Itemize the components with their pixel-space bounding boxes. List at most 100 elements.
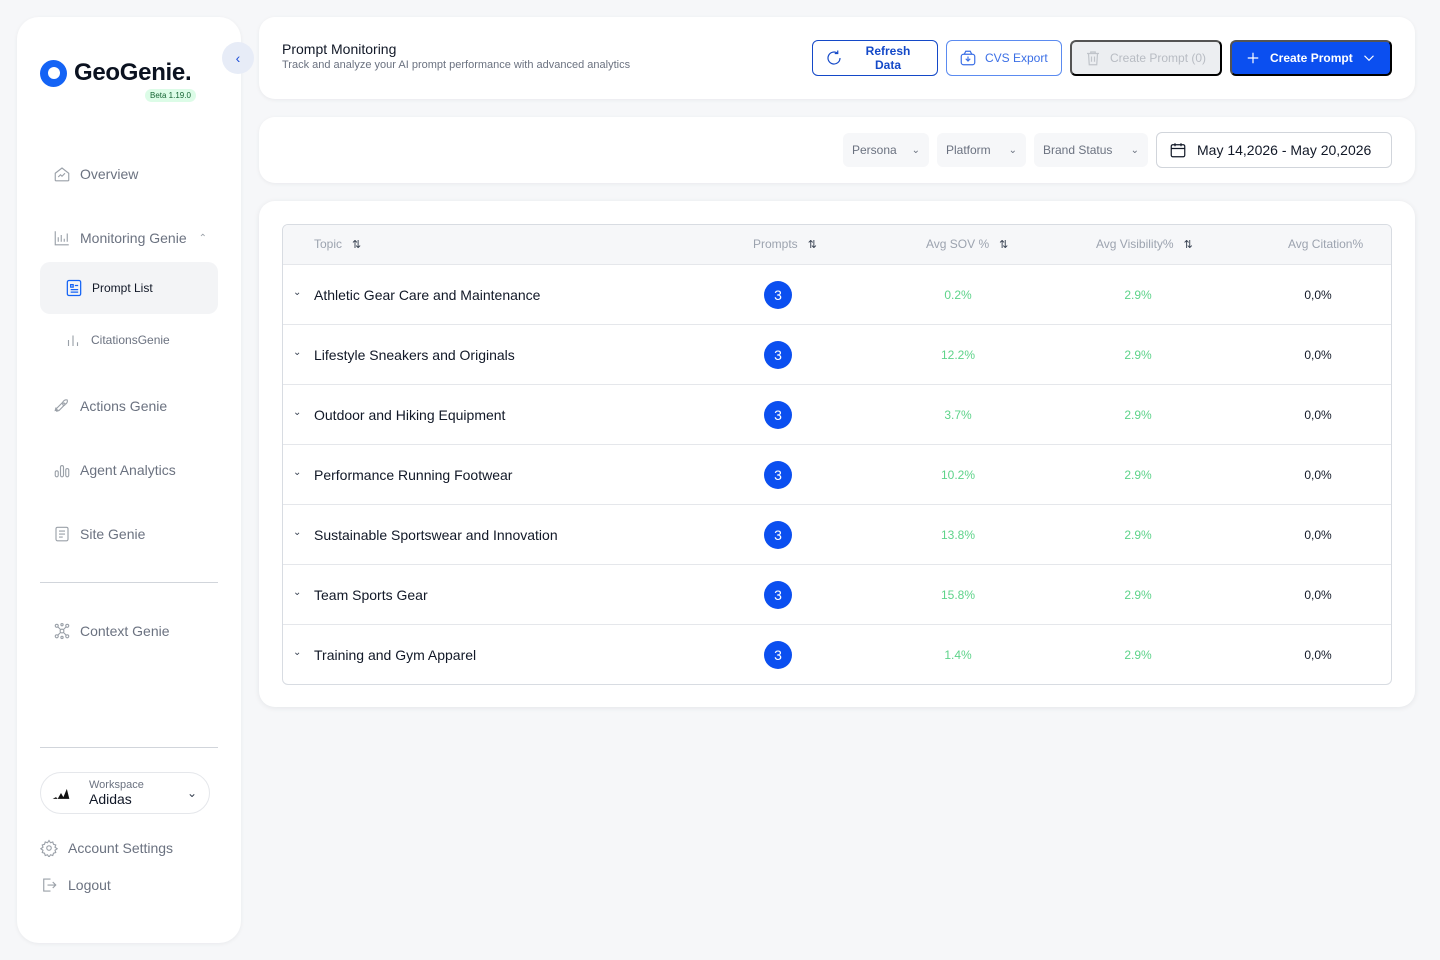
brand-status-filter[interactable]: Brand Status ⌄ <box>1034 133 1148 167</box>
workspace-selector[interactable]: Workspace Adidas ⌄ <box>40 772 210 814</box>
create-prompt-disabled-button[interactable]: Create Prompt (0) <box>1070 40 1222 76</box>
chevron-down-icon[interactable]: ⌄ <box>293 407 301 418</box>
platform-filter[interactable]: Platform ⌄ <box>937 133 1026 167</box>
sidebar-divider <box>40 582 218 583</box>
topic-cell: Team Sports Gear <box>314 587 428 603</box>
column-header-topic[interactable]: Topic ⇅ <box>314 237 361 251</box>
brand-logo[interactable]: GeoGenie. <box>40 59 192 87</box>
chevron-down-icon[interactable]: ⌄ <box>293 287 301 298</box>
table-row[interactable]: ⌄ Athletic Gear Care and Maintenance 3 0… <box>283 265 1391 325</box>
page-subtitle: Track and analyze your AI prompt perform… <box>282 59 631 71</box>
table-row[interactable]: ⌄ Performance Running Footwear 3 10.2% 2… <box>283 445 1391 505</box>
date-range-label: May 14,2026 - May 20,2026 <box>1197 142 1372 158</box>
chevron-down-icon[interactable]: ⌄ <box>293 347 301 358</box>
prompts-count-badge: 3 <box>764 521 792 549</box>
chevron-down-icon[interactable]: ⌄ <box>293 647 301 658</box>
sidebar-item-label: Prompt List <box>92 281 153 295</box>
chevron-down-icon[interactable]: ⌄ <box>293 467 301 478</box>
sidebar-item-actions-genie[interactable]: Actions Genie <box>52 396 167 416</box>
chevron-down-icon: ⌄ <box>186 786 197 800</box>
sidebar-item-prompt-list[interactable]: Prompt List <box>40 262 218 314</box>
document-icon <box>66 279 82 297</box>
avg-citation-cell: 0,0% <box>1304 288 1332 302</box>
prompts-count-badge: 3 <box>764 281 792 309</box>
chevron-left-icon: ‹ <box>235 50 241 66</box>
refresh-icon <box>827 50 841 65</box>
home-icon <box>52 164 72 184</box>
sidebar-item-label: Actions Genie <box>80 398 168 414</box>
date-range-picker[interactable]: May 14,2026 - May 20,2026 <box>1156 132 1392 168</box>
avg-sov-cell: 15.8% <box>940 588 976 602</box>
column-header-avg-sov[interactable]: Avg SOV % ⇅ <box>926 237 1008 251</box>
avg-sov-cell: 0.2% <box>944 288 972 302</box>
table-row[interactable]: ⌄ Lifestyle Sneakers and Originals 3 12.… <box>283 325 1391 385</box>
table-header: Topic ⇅ Prompts ⇅ Avg SOV % ⇅ Avg Visibi… <box>283 225 1391 265</box>
table-row[interactable]: ⌄ Team Sports Gear 3 15.8% 2.9% 0,0% <box>283 565 1391 625</box>
avg-visibility-cell: 2.9% <box>1124 348 1152 362</box>
collapse-sidebar-button[interactable]: ‹ <box>222 42 254 74</box>
topic-cell: Performance Running Footwear <box>314 467 513 483</box>
file-icon <box>52 524 72 544</box>
topic-cell: Athletic Gear Care and Maintenance <box>314 287 541 303</box>
sidebar-item-site-genie[interactable]: Site Genie <box>52 524 145 544</box>
avg-citation-cell: 0,0% <box>1304 408 1332 422</box>
sidebar: GeoGenie. Beta 1.19.0 Overview Monitorin… <box>17 17 241 943</box>
sidebar-item-agent-analytics[interactable]: Agent Analytics <box>52 460 176 480</box>
column-header-label: Avg Citation% <box>1288 237 1364 251</box>
topic-cell: Training and Gym Apparel <box>314 647 477 663</box>
sidebar-item-monitoring-genie[interactable]: Monitoring Genie ⌃ <box>52 228 207 248</box>
account-settings-link[interactable]: Account Settings <box>40 839 173 857</box>
column-header-label: Topic <box>314 237 343 251</box>
cvs-export-label: CVS Export <box>985 51 1048 65</box>
sidebar-item-label: Site Genie <box>80 526 146 542</box>
refresh-data-button[interactable]: Refresh Data <box>812 40 938 76</box>
persona-filter-label: Persona <box>852 143 897 157</box>
sidebar-item-citationsgenie[interactable]: CitationsGenie <box>64 331 170 349</box>
create-prompt-count-label: Create Prompt (0) <box>1110 51 1207 65</box>
sidebar-item-label: CitationsGenie <box>91 333 170 347</box>
column-header-label: Avg SOV % <box>926 237 990 251</box>
adidas-logo-icon <box>49 781 73 805</box>
export-icon <box>960 50 976 66</box>
column-header-avg-visibility[interactable]: Avg Visibility% ⇅ <box>1096 237 1193 251</box>
chevron-down-icon[interactable]: ⌄ <box>293 587 301 598</box>
column-header-label: Prompts <box>753 237 798 251</box>
table-row[interactable]: ⌄ Training and Gym Apparel 3 1.4% 2.9% 0… <box>283 625 1391 684</box>
table-row[interactable]: ⌄ Sustainable Sportswear and Innovation … <box>283 505 1391 565</box>
chevron-up-icon: ⌃ <box>198 232 208 244</box>
avg-citation-cell: 0,0% <box>1304 348 1332 362</box>
topic-cell: Lifestyle Sneakers and Originals <box>314 347 515 363</box>
logout-link[interactable]: Logout <box>40 876 111 894</box>
chevron-down-icon[interactable]: ⌄ <box>293 527 301 538</box>
avg-visibility-cell: 2.9% <box>1124 528 1152 542</box>
refresh-data-label: Refresh Data <box>865 44 911 72</box>
chevron-down-icon: ⌄ <box>1130 144 1139 156</box>
calendar-icon <box>1170 143 1186 158</box>
chevron-down-icon: ⌄ <box>911 144 920 156</box>
avg-citation-cell: 0,0% <box>1304 528 1332 542</box>
network-icon <box>52 621 72 641</box>
page-title: Prompt Monitoring <box>282 41 397 57</box>
bar-chart-icon <box>67 335 79 346</box>
filter-bar: Persona ⌄ Platform ⌄ Brand Status ⌄ May … <box>259 117 1415 183</box>
logo-icon <box>40 59 67 87</box>
avg-sov-cell: 10.2% <box>940 468 976 482</box>
avg-visibility-cell: 2.9% <box>1124 408 1152 422</box>
create-prompt-button[interactable]: Create Prompt <box>1230 40 1392 76</box>
sidebar-item-label: Overview <box>80 166 139 182</box>
persona-filter[interactable]: Persona ⌄ <box>843 133 929 167</box>
sidebar-item-context-genie[interactable]: Context Genie <box>52 621 170 641</box>
prompts-count-badge: 3 <box>764 401 792 429</box>
column-header-prompts[interactable]: Prompts ⇅ <box>753 237 817 251</box>
topic-cell: Outdoor and Hiking Equipment <box>314 407 506 423</box>
sort-icon: ⇅ <box>807 238 817 251</box>
cvs-export-button[interactable]: CVS Export <box>946 40 1062 76</box>
avg-visibility-cell: 2.9% <box>1124 468 1152 482</box>
table-row[interactable]: ⌄ Outdoor and Hiking Equipment 3 3.7% 2.… <box>283 385 1391 445</box>
sort-icon: ⇅ <box>1183 238 1193 251</box>
brand-status-filter-label: Brand Status <box>1043 143 1113 157</box>
prompts-count-badge: 3 <box>764 461 792 489</box>
column-header-avg-citation[interactable]: Avg Citation% <box>1288 237 1363 251</box>
prompts-count-badge: 3 <box>764 341 792 369</box>
sidebar-item-overview[interactable]: Overview <box>52 164 138 184</box>
